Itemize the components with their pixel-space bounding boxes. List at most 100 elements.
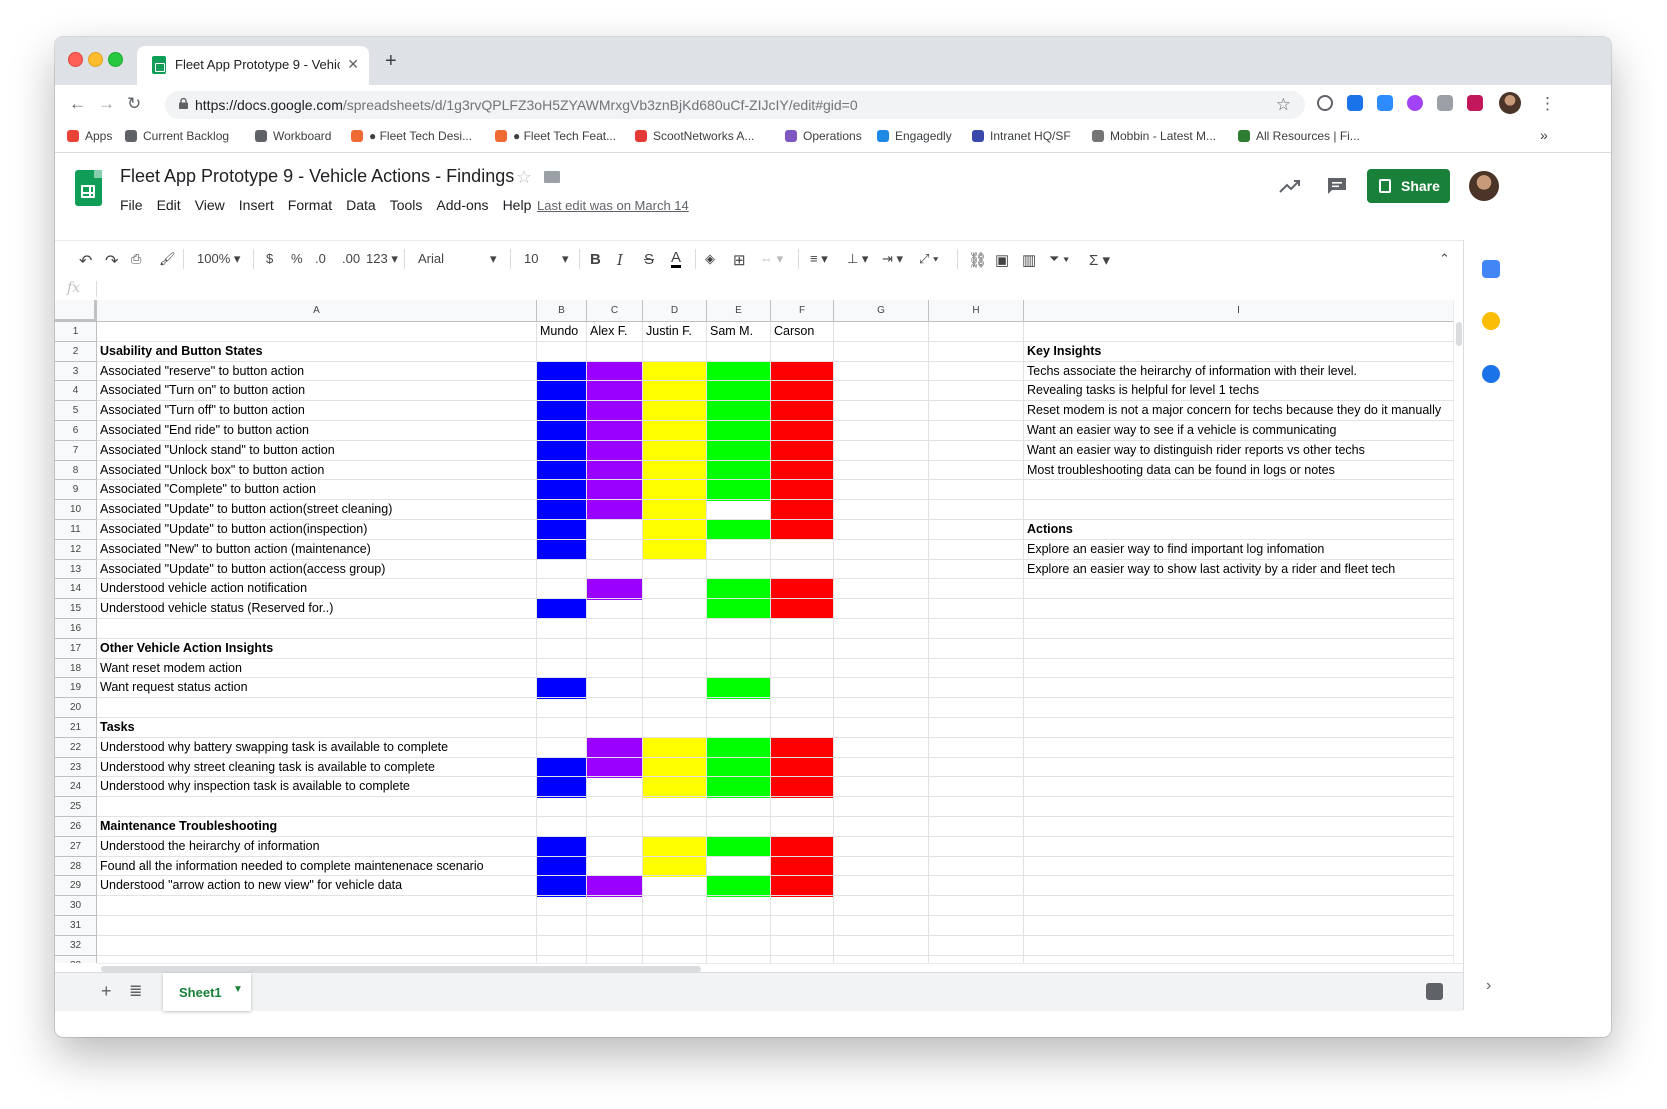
cell-d16[interactable]: [643, 619, 707, 639]
row-header[interactable]: 21: [55, 718, 97, 738]
cell-e7[interactable]: [707, 440, 771, 461]
cell-b7[interactable]: [537, 440, 587, 461]
sheet-menu-chevron-down-icon[interactable]: ▼: [233, 984, 243, 995]
cell-f24[interactable]: [771, 777, 834, 798]
menu-addons[interactable]: Add-ons: [436, 197, 488, 213]
cell-c10[interactable]: [587, 500, 643, 520]
keep-icon[interactable]: [1482, 312, 1500, 330]
cell-e4[interactable]: [707, 381, 771, 402]
cell-b12[interactable]: [537, 539, 587, 560]
cell-e31[interactable]: [707, 916, 771, 936]
cell-i24[interactable]: [1024, 777, 1453, 798]
cell-g21[interactable]: [834, 718, 929, 738]
cell-a16[interactable]: [97, 619, 537, 639]
extension-icon[interactable]: [1467, 95, 1483, 111]
share-button[interactable]: Share: [1367, 169, 1450, 203]
cell-f20[interactable]: [771, 698, 834, 718]
cell-h2[interactable]: [929, 341, 1024, 362]
forward-icon[interactable]: →: [98, 94, 115, 114]
cell-i21[interactable]: [1024, 718, 1453, 738]
row-header[interactable]: 23: [55, 757, 97, 778]
cell-b30[interactable]: [537, 896, 587, 916]
cell-b8[interactable]: [537, 460, 587, 481]
cell-g18[interactable]: [834, 658, 929, 679]
cell-i18[interactable]: [1024, 659, 1453, 679]
row-header[interactable]: 16: [55, 619, 97, 639]
cell-i5[interactable]: Reset modem is not a major concern for t…: [1024, 401, 1453, 421]
all-sheets-icon[interactable]: ≣: [129, 981, 142, 1001]
cell-c20[interactable]: [587, 698, 643, 718]
cell-c22[interactable]: [587, 737, 643, 758]
cell-i15[interactable]: [1024, 599, 1453, 619]
cell-g32[interactable]: [834, 935, 929, 956]
tasks-icon[interactable]: [1482, 365, 1500, 383]
cell-g3[interactable]: [834, 361, 929, 382]
cell-f19[interactable]: [771, 678, 834, 699]
calendar-icon[interactable]: [1482, 260, 1500, 278]
cell-a3[interactable]: Associated "reserve" to button action: [97, 361, 537, 382]
cell-a25[interactable]: [97, 797, 537, 817]
cell-g19[interactable]: [834, 678, 929, 699]
font-size-select[interactable]: 10 ▾: [524, 251, 570, 266]
cell-b31[interactable]: [537, 916, 587, 936]
cell-e19[interactable]: [707, 678, 771, 699]
cell-c7[interactable]: [587, 440, 643, 461]
cell-i22[interactable]: [1024, 738, 1453, 758]
bookmark-item[interactable]: ScootNetworks A...: [635, 129, 754, 143]
cell-a2[interactable]: Usability and Button States: [97, 341, 537, 362]
cell-e14[interactable]: [707, 579, 771, 600]
sheets-logo-icon[interactable]: [75, 170, 102, 206]
cell-c28[interactable]: [587, 856, 643, 877]
decrease-decimal-button[interactable]: .0: [315, 251, 326, 266]
cell-e21[interactable]: [707, 718, 771, 738]
cell-a24[interactable]: Understood why inspection task is availa…: [97, 777, 537, 798]
row-header[interactable]: 1: [55, 322, 97, 342]
cell-c12[interactable]: [587, 539, 643, 560]
cell-i31[interactable]: [1024, 916, 1453, 936]
cell-a30[interactable]: [97, 896, 537, 916]
cell-g12[interactable]: [834, 539, 929, 560]
cell-h29[interactable]: [929, 876, 1024, 897]
cell-h6[interactable]: [929, 421, 1024, 441]
cell-d2[interactable]: [643, 341, 707, 362]
cell-e6[interactable]: [707, 421, 771, 441]
cell-b25[interactable]: [537, 797, 587, 817]
cell-f28[interactable]: [771, 856, 834, 877]
strikethrough-button[interactable]: S: [644, 251, 654, 268]
row-header[interactable]: 17: [55, 638, 97, 659]
cell-a29[interactable]: Understood "arrow action to new view" fo…: [97, 876, 537, 897]
cell-h8[interactable]: [929, 460, 1024, 481]
cell-i25[interactable]: [1024, 797, 1453, 817]
cell-g13[interactable]: [834, 559, 929, 580]
cell-i7[interactable]: Want an easier way to distinguish rider …: [1024, 441, 1453, 461]
cell-a13[interactable]: Associated "Update" to button action(acc…: [97, 559, 537, 580]
cell-a5[interactable]: Associated "Turn off" to button action: [97, 401, 537, 421]
cell-a19[interactable]: Want request status action: [97, 678, 537, 699]
vertical-align-icon[interactable]: ⊥ ▾: [847, 251, 868, 267]
cell-h32[interactable]: [929, 935, 1024, 956]
cell-g7[interactable]: [834, 440, 929, 461]
cell-f14[interactable]: [771, 579, 834, 600]
cell-h22[interactable]: [929, 737, 1024, 758]
row-header[interactable]: 20: [55, 698, 97, 718]
cell-a6[interactable]: Associated "End ride" to button action: [97, 421, 537, 441]
cell-f2[interactable]: [771, 341, 834, 362]
cell-d12[interactable]: [643, 539, 707, 560]
bookmark-item[interactable]: Workboard: [255, 129, 331, 143]
cell-f21[interactable]: [771, 718, 834, 738]
cell-a32[interactable]: [97, 935, 537, 956]
cell-d10[interactable]: [643, 500, 707, 520]
cell-f25[interactable]: [771, 797, 834, 817]
cell-f15[interactable]: [771, 599, 834, 619]
borders-icon[interactable]: ⊞: [733, 251, 746, 269]
cell-d33[interactable]: [643, 955, 707, 963]
row-header[interactable]: 19: [55, 678, 97, 699]
cell-e27[interactable]: [707, 836, 771, 857]
cell-f9[interactable]: [771, 480, 834, 501]
row-header[interactable]: 27: [55, 836, 97, 857]
cell-e33[interactable]: [707, 955, 771, 963]
cell-g4[interactable]: [834, 381, 929, 402]
cell-h12[interactable]: [929, 539, 1024, 560]
cell-f26[interactable]: [771, 817, 834, 837]
cell-g29[interactable]: [834, 876, 929, 897]
